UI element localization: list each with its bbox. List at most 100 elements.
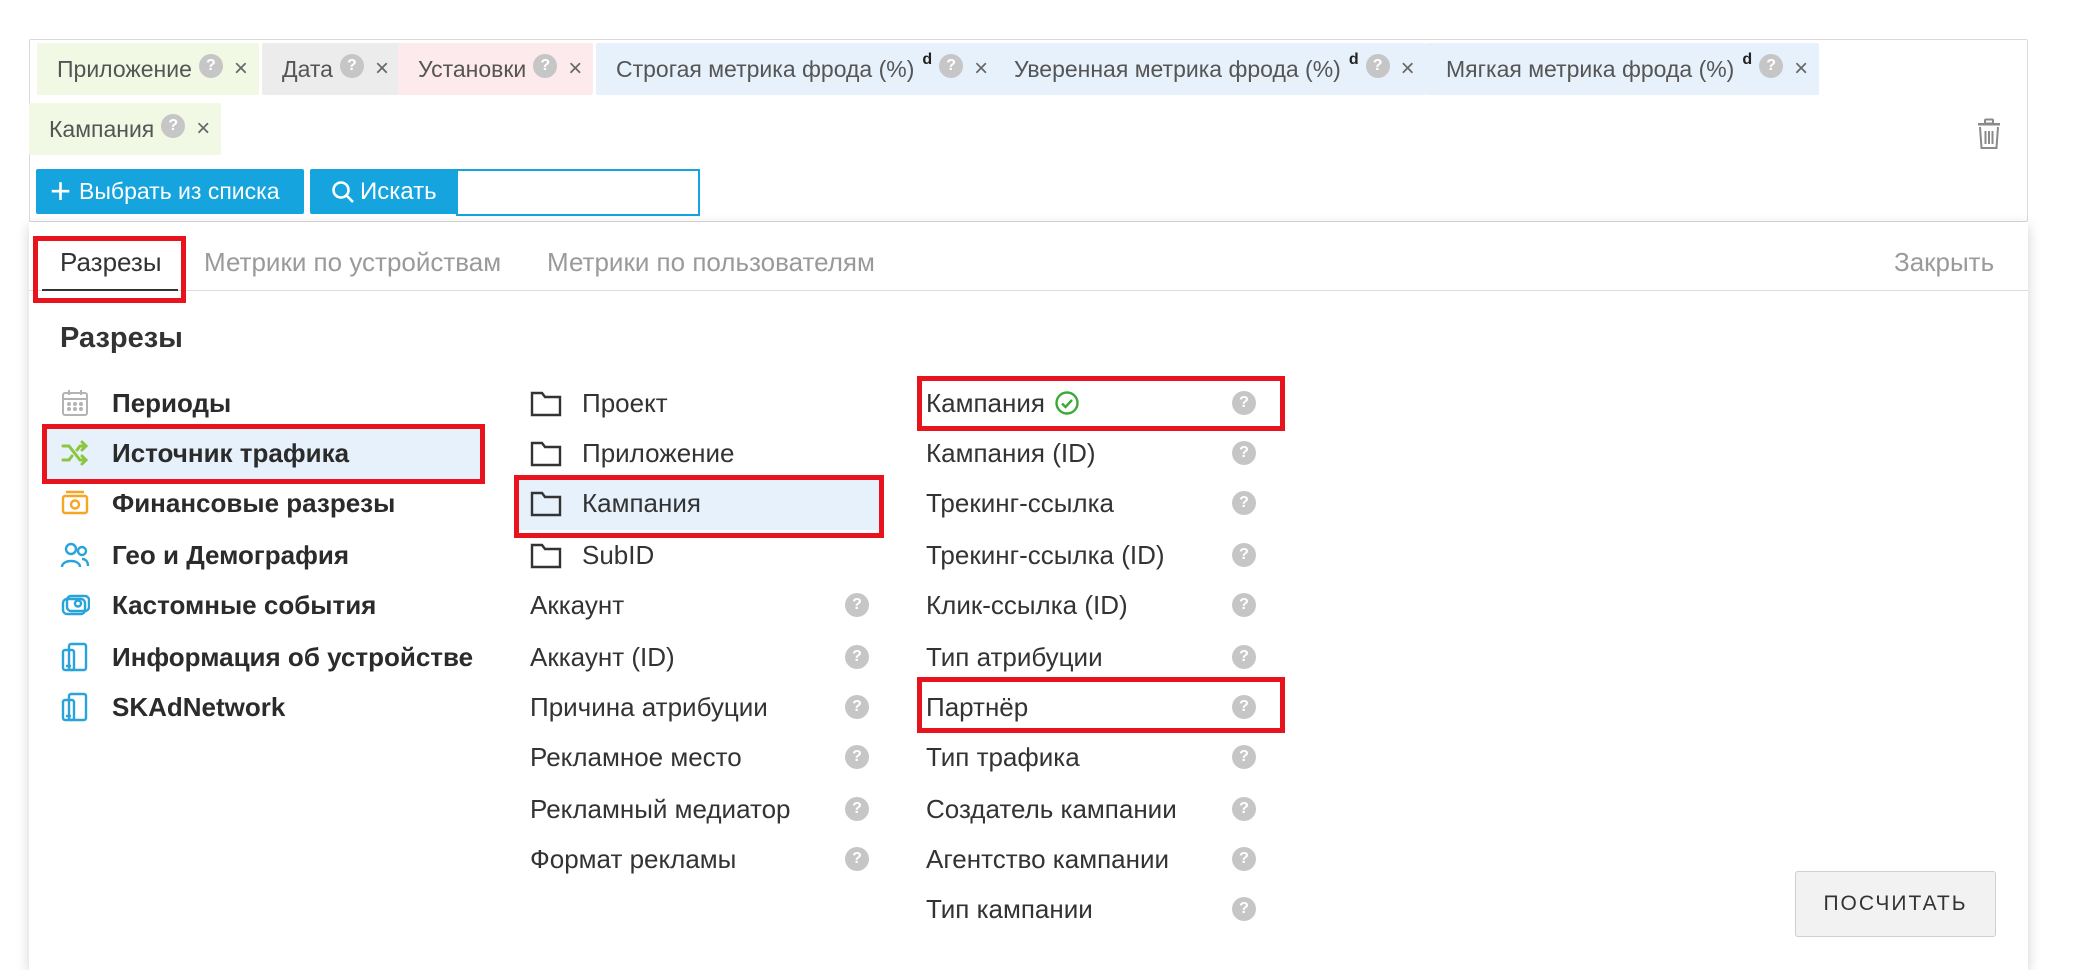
attr-tracking-link-id[interactable]: Трекинг-ссылка (ID) — [926, 535, 1165, 575]
attr-attribution-reason[interactable]: Причина атрибуции — [530, 687, 768, 727]
close-link[interactable]: Закрыть — [1894, 247, 1994, 278]
attr-label: Клик-ссылка (ID) — [926, 589, 1128, 620]
tab-dimensions[interactable]: Разрезы — [60, 247, 162, 278]
close-icon[interactable]: × — [568, 57, 582, 81]
help-icon[interactable]: ? — [1232, 645, 1256, 669]
help-icon[interactable]: ? — [1232, 745, 1256, 769]
folder-label: SubID — [582, 539, 655, 570]
attr-click-link-id[interactable]: Клик-ссылка (ID) — [926, 585, 1128, 625]
tab-device-metrics[interactable]: Метрики по устройствам — [204, 247, 501, 278]
trash-icon[interactable] — [1975, 118, 2003, 150]
chip-soft-fraud[interactable]: Мягкая метрика фрода (%) d ? × — [1426, 43, 1820, 95]
help-icon[interactable]: ? — [1232, 491, 1256, 515]
chip-label: Дата — [282, 55, 333, 82]
category-device-info[interactable]: Информация об устройстве — [60, 637, 473, 677]
category-custom-events[interactable]: Кастомные события — [60, 585, 376, 625]
attr-campaign-type[interactable]: Тип кампании — [926, 889, 1093, 929]
tab-user-metrics[interactable]: Метрики по пользователям — [547, 247, 875, 278]
attr-campaign-agency[interactable]: Агентство кампании — [926, 839, 1169, 879]
attr-account[interactable]: Аккаунт — [530, 585, 624, 625]
search-input[interactable] — [456, 169, 700, 216]
help-icon[interactable]: ? — [1365, 54, 1390, 78]
help-icon[interactable]: ? — [845, 695, 869, 719]
attr-label: Формат рекламы — [530, 843, 737, 874]
money-icon — [61, 490, 89, 515]
category-label: Гео и Демография — [112, 539, 349, 570]
help-icon[interactable]: ? — [1232, 391, 1256, 415]
help-icon[interactable]: ? — [1232, 695, 1256, 719]
category-periods[interactable]: Периоды — [60, 383, 231, 423]
attr-label: Трекинг-ссылка (ID) — [926, 539, 1165, 570]
search-icon — [332, 180, 354, 203]
attr-label: Кампания — [926, 387, 1045, 418]
close-icon[interactable]: × — [196, 117, 210, 141]
attr-ad-mediator[interactable]: Рекламный медиатор — [530, 789, 791, 829]
chip-app[interactable]: Приложение ? × — [37, 43, 259, 95]
attr-account-id[interactable]: Аккаунт (ID) — [530, 637, 675, 677]
check-circle-icon — [1055, 391, 1079, 415]
category-label: Финансовые разрезы — [112, 487, 396, 518]
attr-campaign-creator[interactable]: Создатель кампании — [926, 789, 1177, 829]
help-icon[interactable]: ? — [198, 54, 223, 78]
folder-app[interactable]: Приложение — [530, 433, 735, 473]
chip-label: Кампания — [49, 115, 155, 142]
category-skadnetwork[interactable]: SKAdNetwork — [60, 687, 285, 727]
help-icon[interactable]: ? — [845, 593, 869, 617]
category-traffic-source[interactable]: Источник трафика — [46, 425, 482, 481]
chip-superscript: d — [1348, 51, 1359, 68]
chip-confident-fraud[interactable]: Уверенная метрика фрода (%) d ? × — [994, 43, 1426, 95]
attr-campaign[interactable]: Кампания — [926, 383, 1080, 423]
search-button[interactable]: Искать — [310, 169, 457, 214]
pick-from-list-label: Выбрать из списка — [79, 178, 280, 204]
attr-tracking-link[interactable]: Трекинг-ссылка — [926, 483, 1114, 523]
help-icon[interactable]: ? — [339, 54, 364, 78]
help-icon[interactable]: ? — [533, 54, 558, 78]
attr-campaign-id[interactable]: Кампания (ID) — [926, 433, 1096, 473]
attr-label: Тип атрибуции — [926, 641, 1103, 672]
category-geo-demography[interactable]: Гео и Демография — [60, 535, 349, 575]
folder-icon — [530, 543, 562, 569]
help-icon[interactable]: ? — [1232, 897, 1256, 921]
chip-superscript: d — [1742, 51, 1753, 68]
page: Приложение ? × Дата ? × Установки ? × Ст… — [0, 0, 2090, 970]
pick-from-list-button[interactable]: + Выбрать из списка — [36, 169, 304, 214]
help-icon[interactable]: ? — [1759, 54, 1784, 78]
attr-label: Кампания (ID) — [926, 437, 1096, 468]
category-financial[interactable]: Финансовые разрезы — [60, 483, 395, 523]
help-icon[interactable]: ? — [1232, 593, 1256, 617]
help-icon[interactable]: ? — [1232, 543, 1256, 567]
close-icon[interactable]: × — [974, 57, 988, 81]
attr-attribution-type[interactable]: Тип атрибуции — [926, 637, 1103, 677]
help-icon[interactable]: ? — [1232, 847, 1256, 871]
event-icon — [61, 594, 90, 616]
close-icon[interactable]: × — [1794, 57, 1808, 81]
attr-traffic-type[interactable]: Тип трафика — [926, 737, 1080, 777]
help-icon[interactable]: ? — [845, 797, 869, 821]
help-icon[interactable]: ? — [939, 54, 964, 78]
attr-label: Причина атрибуции — [530, 691, 768, 722]
folder-campaign[interactable]: Кампания — [519, 476, 879, 530]
folder-subid[interactable]: SubID — [530, 535, 654, 575]
help-icon[interactable]: ? — [161, 114, 186, 138]
close-icon[interactable]: × — [234, 57, 248, 81]
folder-project[interactable]: Проект — [530, 383, 668, 423]
chip-installs[interactable]: Установки ? × — [398, 43, 594, 95]
help-icon[interactable]: ? — [845, 847, 869, 871]
category-label: Информация об устройстве — [112, 641, 474, 672]
close-icon[interactable]: × — [375, 57, 389, 81]
attr-ad-format[interactable]: Формат рекламы — [530, 839, 736, 879]
chip-date[interactable]: Дата ? × — [262, 43, 400, 95]
chip-campaign[interactable]: Кампания ? × — [29, 103, 222, 155]
close-icon[interactable]: × — [1401, 57, 1415, 81]
folder-label: Проект — [582, 387, 668, 418]
help-icon[interactable]: ? — [1232, 441, 1256, 465]
help-icon[interactable]: ? — [1232, 797, 1256, 821]
calculate-button[interactable]: ПОСЧИТАТЬ — [1795, 871, 1996, 937]
attr-partner[interactable]: Партнёр — [926, 687, 1028, 727]
attr-ad-placement[interactable]: Рекламное место — [530, 737, 742, 777]
help-icon[interactable]: ? — [845, 745, 869, 769]
help-icon[interactable]: ? — [845, 645, 869, 669]
chip-strict-fraud[interactable]: Строгая метрика фрода (%) d ? × — [596, 43, 1000, 95]
category-label: Источник трафика — [112, 437, 350, 468]
calendar-icon — [62, 390, 88, 416]
